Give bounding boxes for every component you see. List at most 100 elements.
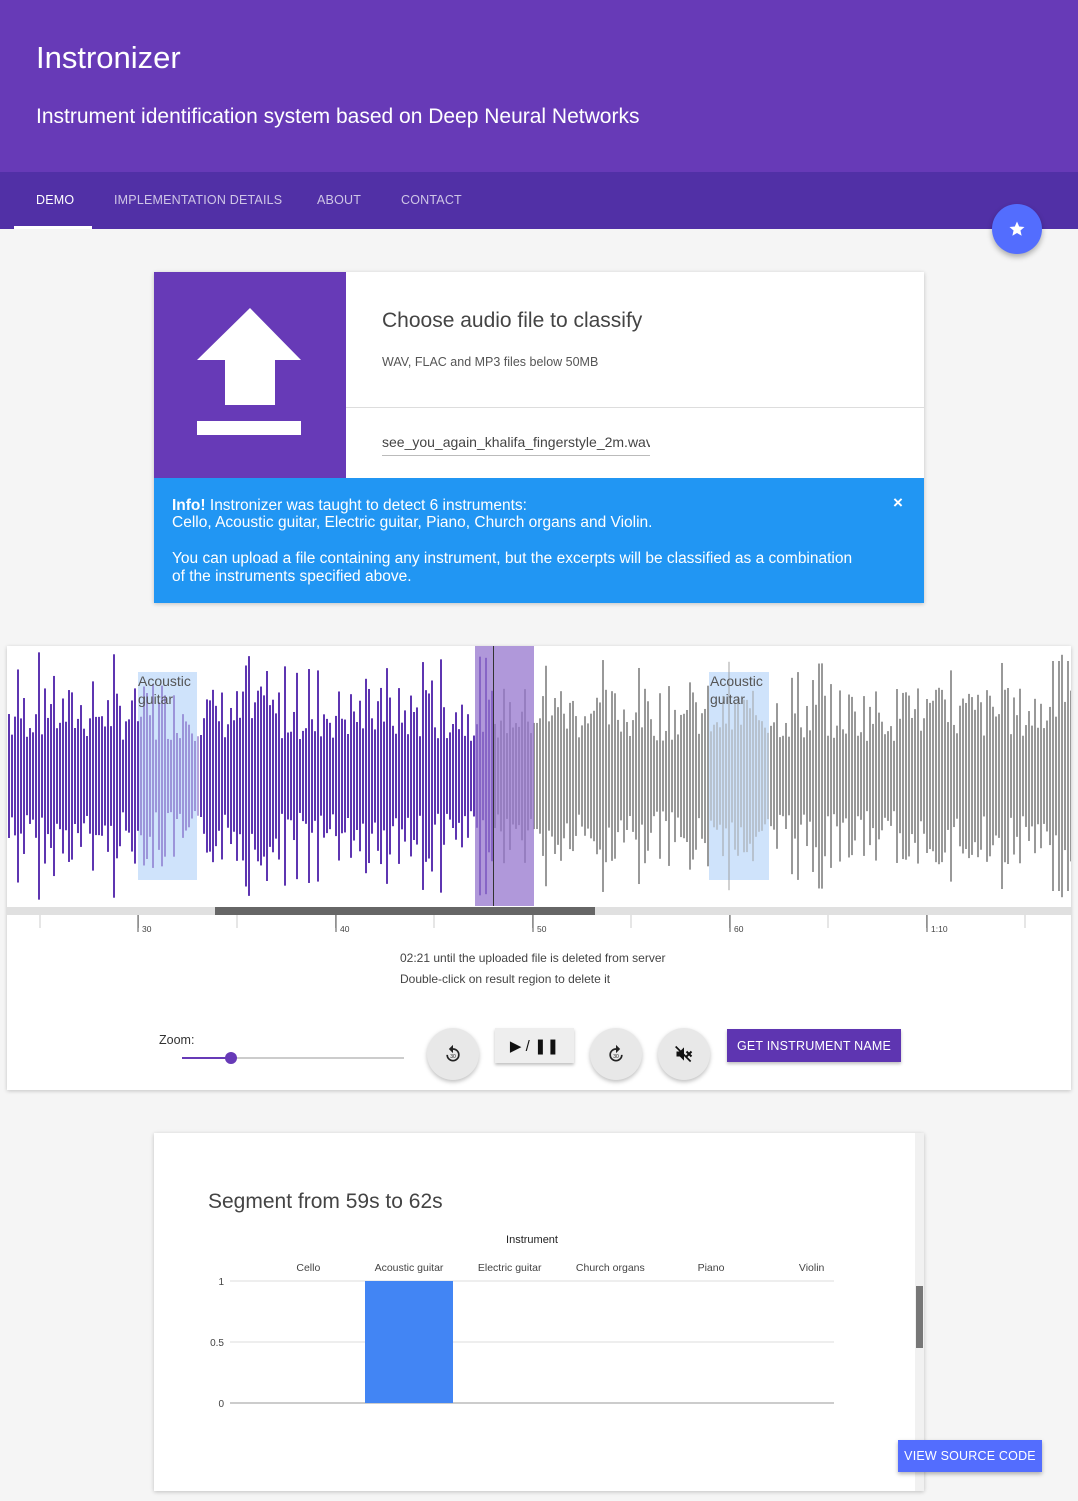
result-scroll-thumb[interactable]	[916, 1286, 923, 1348]
app-title: Instronizer	[36, 40, 181, 75]
waveform-bar	[770, 725, 772, 827]
waveform-bar	[584, 716, 586, 836]
waveform-bar	[29, 728, 31, 824]
close-icon[interactable]: ×	[893, 494, 903, 512]
selection-region[interactable]	[475, 646, 534, 906]
waveform-bar	[104, 726, 106, 826]
waveform-bar	[926, 699, 928, 853]
waveform-bar	[842, 729, 844, 823]
waveform-bar	[983, 735, 985, 817]
waveform-bar	[293, 711, 295, 841]
waveform-bar	[968, 693, 970, 859]
waveform-bar	[773, 722, 775, 830]
waveform-bar	[980, 702, 982, 850]
waveform-bar	[56, 728, 58, 824]
waveform-bar	[593, 710, 595, 842]
waveform-bar	[1004, 689, 1006, 863]
mute-button[interactable]	[658, 1028, 710, 1080]
category-label: Acoustic guitar	[375, 1262, 444, 1274]
playhead-cursor[interactable]	[493, 646, 494, 906]
waveform-bar	[344, 719, 346, 833]
waveform-bar	[953, 724, 955, 828]
waveform-bar	[71, 692, 73, 860]
waveform-bar	[956, 733, 958, 819]
zoom-slider-handle[interactable]	[224, 1052, 237, 1064]
waveform-bar	[806, 705, 808, 847]
tab-about[interactable]: ABOUT	[317, 172, 361, 229]
waveform-bar	[65, 721, 67, 831]
waveform-bar	[965, 702, 967, 850]
waveform-bar	[368, 688, 370, 864]
waveform-bar	[11, 734, 13, 818]
tab-implementation-details[interactable]: IMPLEMENTATION DETAILS	[114, 172, 282, 229]
waveform-bar	[626, 722, 628, 830]
waveform-bar	[782, 735, 784, 817]
waveform-bar	[1040, 703, 1042, 849]
waveform-scroll-thumb[interactable]	[215, 907, 595, 915]
waveform-bar	[554, 698, 556, 854]
waveform-bar	[398, 688, 400, 864]
waveform-bar	[89, 718, 91, 834]
forward-button[interactable]: 30	[590, 1028, 642, 1080]
waveform-bar	[422, 662, 424, 890]
waveform-bar	[311, 719, 313, 833]
waveform-bar	[971, 697, 973, 855]
waveform-bar	[215, 705, 217, 847]
result-scrollbar[interactable]	[915, 1133, 924, 1491]
waveform-bar	[473, 735, 475, 817]
favorite-button[interactable]	[992, 204, 1042, 254]
waveform-bar	[632, 720, 634, 832]
waveform-bar	[794, 713, 796, 839]
waveform-bar	[860, 732, 862, 820]
waveform-bar	[1028, 711, 1030, 841]
waveform-bar	[401, 722, 403, 830]
waveform-bar	[740, 724, 742, 828]
tab-demo[interactable]: DEMO	[36, 172, 74, 229]
file-name-input[interactable]	[382, 432, 650, 456]
waveform-bar	[41, 734, 43, 818]
info-line-3: You can upload a file containing any ins…	[172, 550, 853, 567]
waveform-bar	[428, 693, 430, 859]
waveform-scrollbar[interactable]	[7, 907, 1071, 915]
waveform-bar	[17, 669, 19, 883]
waveform-bar	[863, 696, 865, 856]
waveform-bar	[263, 695, 265, 857]
get-instrument-name-button[interactable]: GET INSTRUMENT NAME	[727, 1029, 901, 1062]
waveform-bar	[1046, 720, 1048, 832]
waveform-bar	[797, 672, 799, 880]
waveform-bar	[572, 700, 574, 852]
category-label: Cello	[296, 1262, 320, 1274]
waveform-bar	[392, 725, 394, 827]
waveform-bar	[761, 721, 763, 831]
waveform-bar	[818, 663, 820, 889]
waveform-bar	[170, 739, 172, 813]
tab-contact[interactable]: CONTACT	[401, 172, 462, 229]
waveform-bar	[290, 731, 292, 821]
waveform-bar	[872, 723, 874, 829]
play-pause-button[interactable]: ▶ / ❚❚	[495, 1028, 574, 1063]
waveform-bar	[686, 709, 688, 843]
waveform-bar	[137, 721, 139, 831]
region-label-1[interactable]: Acoustic guitar	[138, 672, 198, 708]
region-label-2[interactable]: Acoustic guitar	[710, 672, 770, 708]
waveform-bar	[1049, 706, 1051, 846]
waveform-bar	[1055, 716, 1057, 836]
waveform-bar	[62, 698, 64, 854]
waveform-bar	[716, 722, 718, 830]
zoom-slider[interactable]	[182, 1052, 404, 1064]
waveform-bar	[362, 728, 364, 824]
waveform-bar	[830, 684, 832, 868]
waveform-bar	[899, 718, 901, 834]
info-text-1: Instronizer was taught to detect 6 instr…	[205, 497, 527, 514]
timeline-label: 60	[734, 924, 744, 934]
waveform-bar	[1043, 728, 1045, 824]
upload-dropzone[interactable]	[154, 272, 346, 478]
waveform-bar	[854, 711, 856, 841]
waveform-bar	[383, 721, 385, 831]
view-source-code-button[interactable]: VIEW SOURCE CODE	[898, 1440, 1042, 1472]
waveform-bar	[197, 736, 199, 816]
waveform-bar	[83, 728, 85, 824]
waveform-bar	[662, 740, 664, 812]
waveform-bar	[731, 729, 733, 823]
rewind-button[interactable]: 30	[427, 1028, 479, 1080]
